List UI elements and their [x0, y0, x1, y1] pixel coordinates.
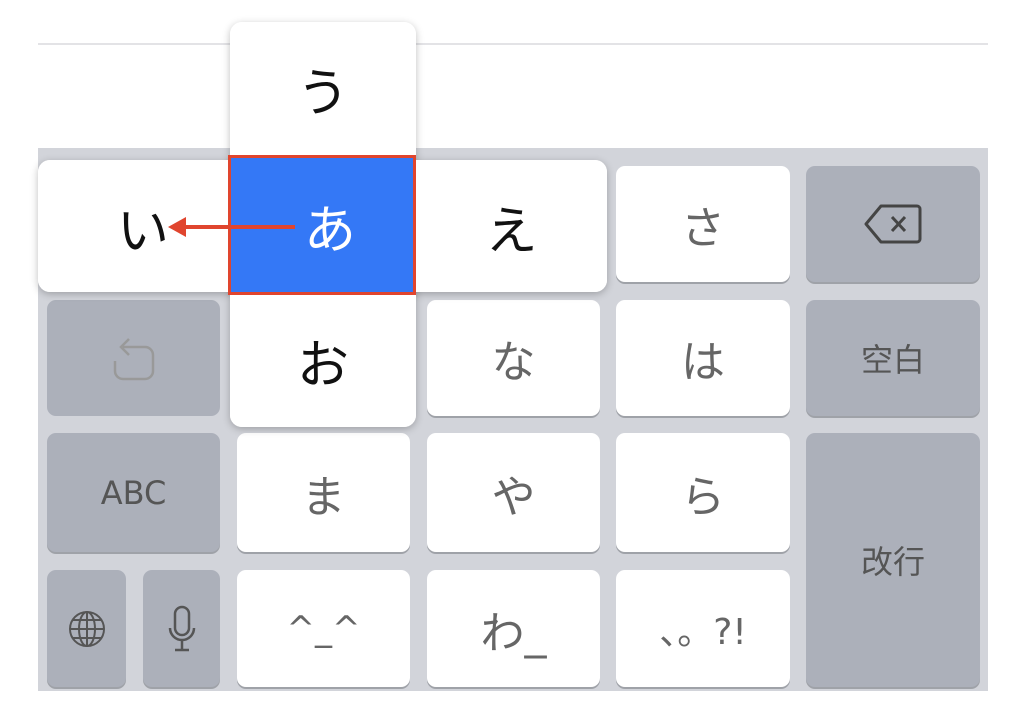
- globe-icon: [68, 610, 105, 647]
- flick-label: あ: [303, 200, 356, 261]
- microphone-icon: [168, 605, 195, 651]
- key-punctuation[interactable]: 、。?!: [616, 570, 790, 687]
- delete-button[interactable]: [806, 166, 980, 282]
- key-ha[interactable]: は: [616, 300, 790, 416]
- key-ma[interactable]: ま: [237, 433, 410, 552]
- key-label: ^_^: [286, 608, 361, 649]
- space-button[interactable]: 空白: [806, 300, 980, 416]
- flick-option-u[interactable]: う: [230, 22, 416, 155]
- globe-button[interactable]: [47, 570, 126, 687]
- undo-icon: [113, 338, 154, 381]
- key-ya[interactable]: や: [427, 433, 600, 552]
- key-label: ら: [681, 471, 725, 523]
- delete-icon: [864, 204, 922, 244]
- flick-label: う: [296, 64, 349, 124]
- enter-button[interactable]: 改行: [806, 433, 980, 687]
- key-label: 、。?!: [659, 611, 747, 653]
- key-label: ABC: [100, 473, 167, 512]
- flick-label: え: [485, 201, 538, 262]
- arrow-left-icon: [168, 217, 295, 237]
- text-field-divider: [38, 43, 988, 45]
- key-label: さ: [681, 203, 725, 254]
- key-label: 空白: [860, 341, 925, 379]
- microphone-button[interactable]: [143, 570, 220, 687]
- abc-button[interactable]: ABC: [47, 433, 220, 552]
- key-wa[interactable]: わ_: [427, 570, 600, 687]
- key-label: や: [491, 471, 536, 523]
- key-label: 改行: [860, 543, 925, 581]
- key-label: な: [491, 337, 536, 388]
- key-label: わ_: [480, 607, 547, 659]
- flick-option-o[interactable]: お: [230, 294, 416, 427]
- key-ra[interactable]: ら: [616, 433, 790, 552]
- flick-label: お: [296, 336, 349, 396]
- flick-option-e[interactable]: え: [416, 160, 607, 292]
- key-label: ま: [301, 471, 346, 523]
- key-label: は: [681, 337, 725, 388]
- undo-button[interactable]: [47, 300, 220, 416]
- key-na[interactable]: な: [427, 300, 600, 416]
- key-sa[interactable]: さ: [616, 166, 790, 282]
- key-kaomoji[interactable]: ^_^: [237, 570, 410, 687]
